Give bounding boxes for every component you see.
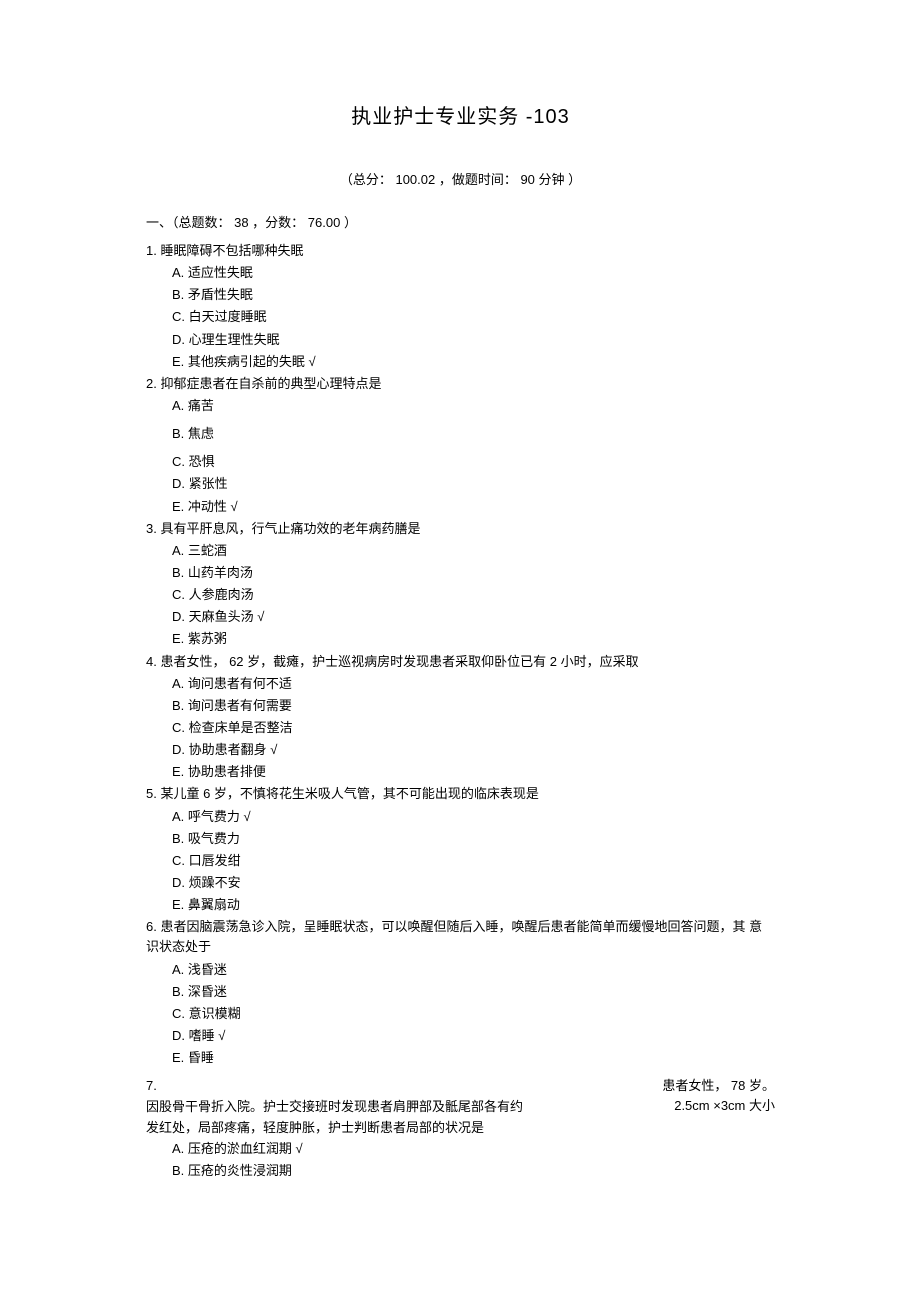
q7-option-b: B. 压疮的炎性浸润期 — [172, 1161, 775, 1182]
q3-option-d: D. 天麻鱼头汤 √ — [172, 607, 775, 627]
section-header: 一、（总题数： 38 ，分数： 76.00 ） — [146, 212, 775, 231]
question-7: 7. 患者女性， 78 岁。 因股骨干骨折入院。护士交接班时发现患者肩胛部及骶尾… — [146, 1076, 775, 1182]
q3-option-a: A. 三蛇酒 — [172, 541, 775, 561]
q5-option-c: C. 口唇发绀 — [172, 851, 775, 871]
q5-option-d: D. 烦躁不安 — [172, 873, 775, 893]
q1-option-e: E. 其他疾病引起的失眠 √ — [172, 352, 775, 372]
q6-option-a: A. 浅昏迷 — [172, 960, 775, 980]
q6-option-e: E. 昏睡 — [172, 1048, 775, 1068]
check-icon: √ — [218, 1028, 225, 1043]
q7-line-3: 发红处，局部疼痛，轻度肿胀，护士判断患者局部的状况是 — [146, 1118, 775, 1139]
q6-option-d: D. 嗜睡 √ — [172, 1026, 775, 1046]
check-icon: √ — [296, 1141, 303, 1156]
q2-stem: 2. 抑郁症患者在自杀前的典型心理特点是 — [146, 374, 775, 394]
q4-option-b: B. 询问患者有何需要 — [172, 696, 775, 716]
q2-option-d: D. 紧张性 — [172, 474, 775, 494]
q2-option-e: E. 冲动性 √ — [172, 497, 775, 517]
question-3: 3. 具有平肝息风，行气止痛功效的老年病药膳是 A. 三蛇酒 B. 山药羊肉汤 … — [146, 519, 775, 650]
q4-stem: 4. 患者女性， 62 岁，截瘫，护士巡视病房时发现患者采取仰卧位已有 2 小时… — [146, 652, 775, 672]
check-icon: √ — [257, 609, 264, 624]
q4-option-c: C. 检查床单是否整洁 — [172, 718, 775, 738]
question-6: 6. 患者因脑震荡急诊入院，呈睡眠状态，可以唤醒但随后入睡，唤醒后患者能简单而缓… — [146, 917, 775, 1068]
q2-option-b: B. 焦虑 — [172, 424, 775, 444]
q4-option-d: D. 协助患者翻身 √ — [172, 740, 775, 760]
q2-option-a: A. 痛苦 — [172, 396, 775, 416]
check-icon: √ — [231, 499, 238, 514]
question-4: 4. 患者女性， 62 岁，截瘫，护士巡视病房时发现患者采取仰卧位已有 2 小时… — [146, 652, 775, 783]
q4-option-a: A. 询问患者有何不适 — [172, 674, 775, 694]
q3-stem: 3. 具有平肝息风，行气止痛功效的老年病药膳是 — [146, 519, 775, 539]
q3-option-e: E. 紫苏粥 — [172, 629, 775, 649]
q5-stem: 5. 某儿童 6 岁，不慎将花生米吸人气管，其不可能出现的临床表现是 — [146, 784, 775, 804]
check-icon: √ — [244, 809, 251, 824]
q4-option-e: E. 协助患者排便 — [172, 762, 775, 782]
q1-option-a: A. 适应性失眠 — [172, 263, 775, 283]
q6-option-c: C. 意识模糊 — [172, 1004, 775, 1024]
q5-option-a: A. 呼气费力 √ — [172, 807, 775, 827]
q1-option-c: C. 白天过度睡眠 — [172, 307, 775, 327]
check-icon: √ — [270, 742, 277, 757]
q7-option-a: A. 压疮的淤血红润期 √ — [172, 1139, 775, 1160]
q7-right-text-2: 2.5cm ×3cm 大小 — [674, 1096, 775, 1117]
q6-stem: 6. 患者因脑震荡急诊入院，呈睡眠状态，可以唤醒但随后入睡，唤醒后患者能简单而缓… — [146, 917, 775, 957]
question-2: 2. 抑郁症患者在自杀前的典型心理特点是 A. 痛苦 B. 焦虑 C. 恐惧 D… — [146, 374, 775, 517]
page-title: 执业护士专业实务 -103 — [146, 100, 775, 129]
q5-option-b: B. 吸气费力 — [172, 829, 775, 849]
check-icon: √ — [309, 354, 316, 369]
q1-stem: 1. 睡眠障碍不包括哪种失眠 — [146, 241, 775, 261]
question-5: 5. 某儿童 6 岁，不慎将花生米吸人气管，其不可能出现的临床表现是 A. 呼气… — [146, 784, 775, 915]
q7-right-text-1: 患者女性， 78 岁。 — [662, 1076, 775, 1097]
q1-option-d: D. 心理生理性失眠 — [172, 330, 775, 350]
q3-option-c: C. 人参鹿肉汤 — [172, 585, 775, 605]
q6-option-b: B. 深昏迷 — [172, 982, 775, 1002]
question-1: 1. 睡眠障碍不包括哪种失眠 A. 适应性失眠 B. 矛盾性失眠 C. 白天过度… — [146, 241, 775, 372]
q3-option-b: B. 山药羊肉汤 — [172, 563, 775, 583]
q2-option-c: C. 恐惧 — [172, 452, 775, 472]
exam-meta: （总分： 100.02 ，做题时间： 90 分钟 ） — [146, 169, 775, 188]
q5-option-e: E. 鼻翼扇动 — [172, 895, 775, 915]
q1-option-b: B. 矛盾性失眠 — [172, 285, 775, 305]
